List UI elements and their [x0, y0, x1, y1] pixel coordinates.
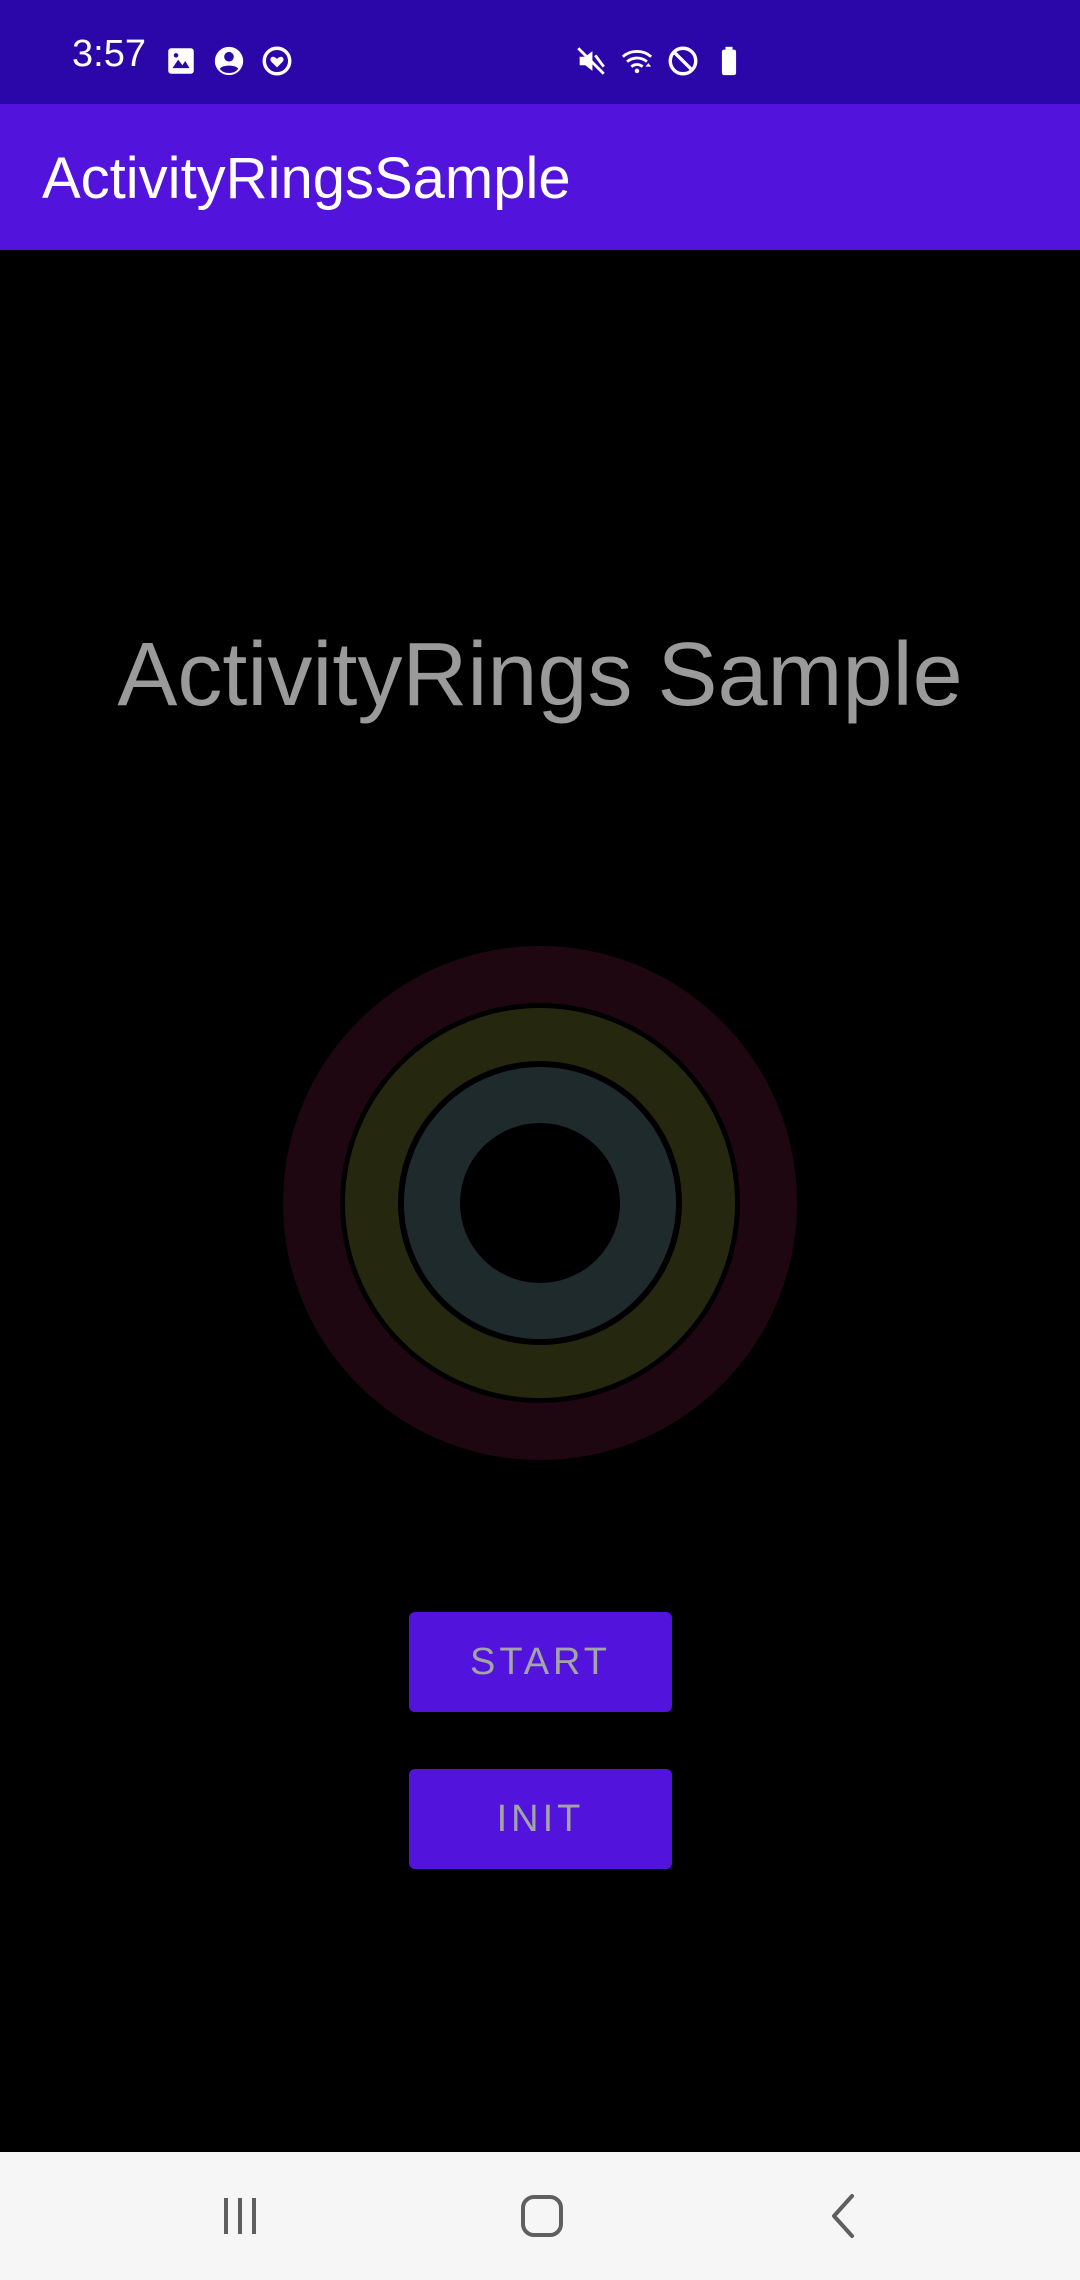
page-heading: ActivityRings Sample [117, 625, 963, 725]
battery-icon [721, 46, 737, 76]
status-right-icons [574, 44, 746, 78]
gallery-icon [168, 48, 194, 74]
do-not-disturb-icon [668, 46, 698, 76]
status-left-icons [164, 44, 294, 78]
navigation-bar [0, 2152, 1080, 2280]
inner-ring [404, 1067, 676, 1339]
init-button[interactable]: INIT [409, 1769, 672, 1869]
start-button[interactable]: START [409, 1612, 672, 1712]
wifi-icon [621, 50, 653, 74]
heart-shield-icon [262, 46, 292, 76]
account-icon [214, 46, 244, 76]
back-button[interactable] [764, 2152, 924, 2280]
home-button[interactable] [462, 2152, 622, 2280]
status-time: 3:57 [72, 33, 146, 75]
home-icon [521, 2195, 563, 2237]
recents-icon [224, 2198, 256, 2234]
app-title: ActivityRingsSample [42, 146, 571, 211]
mute-icon [577, 47, 605, 75]
recents-button[interactable] [160, 2152, 320, 2280]
back-icon [832, 2194, 854, 2238]
screen: 3:57 ActivityRingsSample ActivityRings S… [0, 0, 1080, 2280]
status-bar: 3:57 [0, 0, 1080, 104]
activity-rings [283, 946, 797, 1460]
